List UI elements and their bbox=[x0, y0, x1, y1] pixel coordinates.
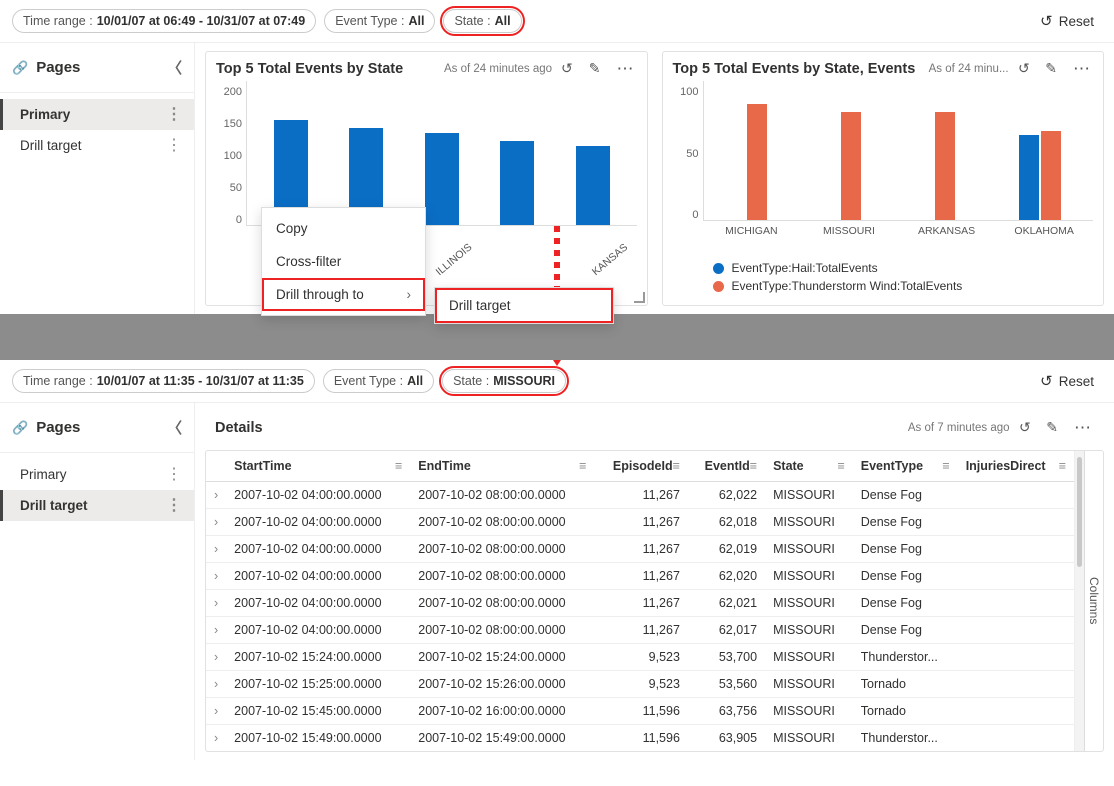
filter-state[interactable]: State : MISSOURI bbox=[442, 369, 566, 393]
screen-drill-target: Time range : 10/01/07 at 11:35 - 10/31/0… bbox=[0, 360, 1114, 760]
filter-event-type[interactable]: Event Type : All bbox=[324, 9, 435, 33]
refresh-icon[interactable] bbox=[1015, 60, 1033, 77]
card-top5-by-state: Top 5 Total Events by State As of 24 min… bbox=[205, 51, 648, 306]
details-content: Details As of 7 minutes ago StartTime≡ bbox=[195, 403, 1114, 760]
refresh-icon[interactable] bbox=[558, 60, 576, 77]
card-title: Top 5 Total Events by State bbox=[216, 61, 403, 77]
page-item-primary[interactable]: Primary ⋮ bbox=[0, 459, 194, 490]
ctx-cross-filter[interactable]: Cross-filter bbox=[262, 245, 425, 278]
chart-legend: EventType:Hail:TotalEvents EventType:Thu… bbox=[673, 261, 1094, 293]
page-item-primary[interactable]: Primary ⋮ bbox=[0, 99, 194, 130]
ctx-sub-drill-target[interactable]: Drill target bbox=[435, 288, 613, 323]
more-icon[interactable] bbox=[1071, 420, 1094, 436]
asof-text: As of 24 minu... bbox=[929, 60, 1033, 77]
col-endtime: EndTime≡ bbox=[410, 451, 594, 482]
card-title: Top 5 Total Events by State, Events bbox=[673, 61, 916, 77]
table-row[interactable]: ›2007-10-02 15:45:00.00002007-10-02 16:0… bbox=[206, 698, 1074, 725]
edit-icon[interactable] bbox=[1043, 419, 1061, 436]
reset-icon bbox=[1040, 12, 1053, 30]
edit-icon[interactable] bbox=[586, 60, 604, 77]
more-icon[interactable] bbox=[1070, 61, 1093, 77]
details-header: Details As of 7 minutes ago bbox=[205, 411, 1104, 444]
reset-button[interactable]: Reset bbox=[1032, 8, 1102, 34]
context-submenu: Drill target bbox=[434, 287, 614, 324]
filter-time-range[interactable]: Time range : 10/01/07 at 11:35 - 10/31/0… bbox=[12, 369, 315, 393]
page-item-drill-target[interactable]: Drill target ⋮ bbox=[0, 130, 194, 161]
context-menu: Copy Cross-filter Drill through to › bbox=[261, 207, 426, 316]
collapse-sidebar-icon[interactable]: 〈 bbox=[167, 57, 182, 78]
reset-icon bbox=[1040, 372, 1053, 390]
ctx-copy[interactable]: Copy bbox=[262, 212, 425, 245]
filter-state[interactable]: State : All bbox=[443, 9, 521, 33]
chart-2[interactable]: 100500 MICHIGANMISSOURIARKANSASOKLAHOMA bbox=[673, 81, 1094, 251]
table-row[interactable]: ›2007-10-02 04:00:00.00002007-10-02 08:0… bbox=[206, 482, 1074, 509]
pages-icon bbox=[12, 419, 28, 436]
table-row[interactable]: ›2007-10-02 15:25:00.00002007-10-02 15:2… bbox=[206, 671, 1074, 698]
columns-tab[interactable]: Columns bbox=[1084, 451, 1103, 751]
pages-sidebar: Pages 〈 Primary ⋮ Drill target ⋮ bbox=[0, 403, 195, 760]
table-row[interactable]: ›2007-10-02 04:00:00.00002007-10-02 08:0… bbox=[206, 563, 1074, 590]
table-row[interactable]: ›2007-10-02 04:00:00.00002007-10-02 08:0… bbox=[206, 617, 1074, 644]
table-row[interactable]: ›2007-10-02 04:00:00.00002007-10-02 08:0… bbox=[206, 536, 1074, 563]
page-item-more-icon[interactable]: ⋮ bbox=[166, 501, 182, 511]
page-item-drill-target[interactable]: Drill target ⋮ bbox=[0, 490, 194, 521]
page-item-more-icon[interactable]: ⋮ bbox=[166, 110, 182, 120]
filter-time-range[interactable]: Time range : 10/01/07 at 06:49 - 10/31/0… bbox=[12, 9, 316, 33]
filter-event-type[interactable]: Event Type : All bbox=[323, 369, 434, 393]
table-row[interactable]: ›2007-10-02 04:00:00.00002007-10-02 08:0… bbox=[206, 509, 1074, 536]
legend-swatch-hail bbox=[713, 263, 724, 274]
table-row[interactable]: ›2007-10-02 04:00:00.00002007-10-02 08:0… bbox=[206, 590, 1074, 617]
more-icon[interactable] bbox=[614, 61, 637, 77]
pages-sidebar: Pages 〈 Primary ⋮ Drill target ⋮ bbox=[0, 43, 195, 314]
card-top5-by-state-events: Top 5 Total Events by State, Events As o… bbox=[662, 51, 1105, 306]
legend-swatch-thunder bbox=[713, 281, 724, 292]
table-row[interactable]: ›2007-10-02 15:49:00.00002007-10-02 15:4… bbox=[206, 725, 1074, 752]
filter-bar: Time range : 10/01/07 at 06:49 - 10/31/0… bbox=[0, 0, 1114, 43]
asof-text: As of 7 minutes ago bbox=[908, 419, 1033, 436]
dashboard-content: Top 5 Total Events by State As of 24 min… bbox=[195, 43, 1114, 314]
page-item-more-icon[interactable]: ⋮ bbox=[166, 141, 182, 151]
asof-text: As of 24 minutes ago bbox=[444, 60, 576, 77]
col-starttime: StartTime≡ bbox=[226, 451, 410, 482]
details-title: Details bbox=[215, 420, 263, 436]
pages-header: Pages 〈 bbox=[0, 409, 194, 446]
refresh-icon[interactable] bbox=[1016, 419, 1034, 436]
col-state: State≡ bbox=[765, 451, 853, 482]
collapse-sidebar-icon[interactable]: 〈 bbox=[167, 417, 182, 438]
pages-header: Pages 〈 bbox=[0, 49, 194, 86]
details-table[interactable]: StartTime≡ EndTime≡ EpisodeId≡ EventId≡ … bbox=[206, 451, 1074, 751]
pages-icon bbox=[12, 59, 28, 76]
chevron-right-icon: › bbox=[407, 287, 412, 302]
col-eventid: EventId≡ bbox=[688, 451, 765, 482]
details-table-wrap: StartTime≡ EndTime≡ EpisodeId≡ EventId≡ … bbox=[205, 450, 1104, 752]
col-episodeid: EpisodeId≡ bbox=[594, 451, 688, 482]
edit-icon[interactable] bbox=[1042, 60, 1060, 77]
col-eventtype: EventType≡ bbox=[853, 451, 958, 482]
col-injuriesdirect: InjuriesDirect≡ bbox=[958, 451, 1074, 482]
filter-bar: Time range : 10/01/07 at 11:35 - 10/31/0… bbox=[0, 360, 1114, 403]
reset-button[interactable]: Reset bbox=[1032, 368, 1102, 394]
scrollbar[interactable] bbox=[1074, 451, 1084, 751]
table-row[interactable]: ›2007-10-02 15:24:00.00002007-10-02 15:2… bbox=[206, 644, 1074, 671]
ctx-drill-through[interactable]: Drill through to › bbox=[262, 278, 425, 311]
page-item-more-icon[interactable]: ⋮ bbox=[166, 470, 182, 480]
